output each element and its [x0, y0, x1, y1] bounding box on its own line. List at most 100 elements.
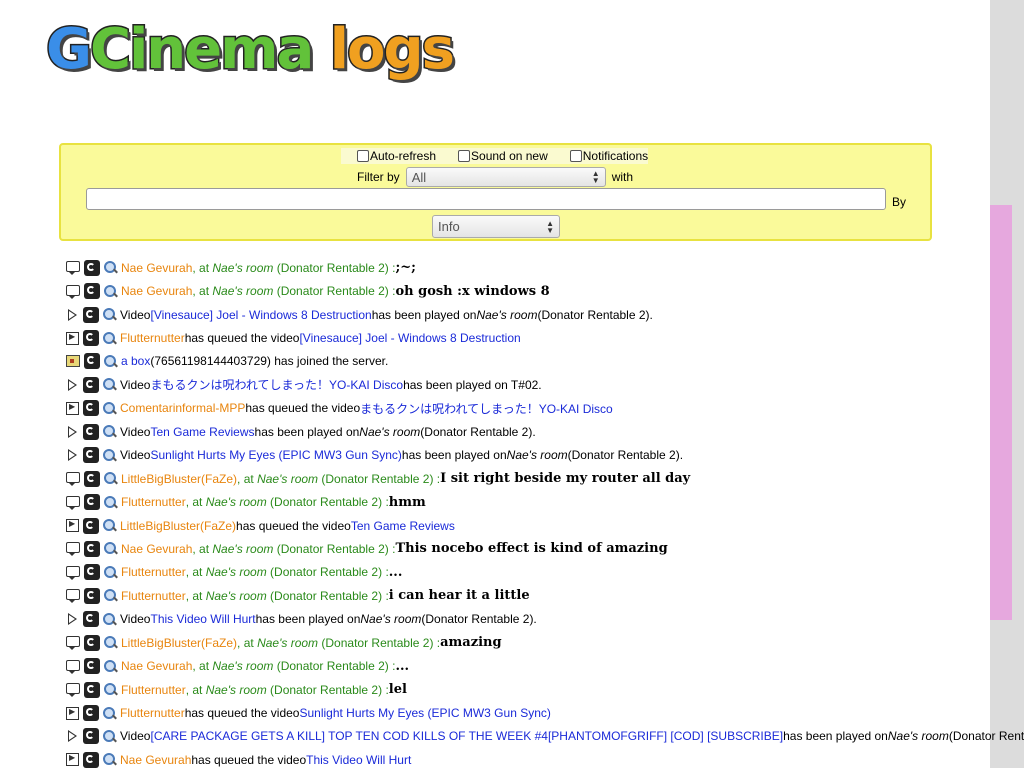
steam-profile-icon[interactable]	[84, 587, 100, 604]
auto-refresh-option[interactable]: Auto-refresh	[357, 149, 436, 163]
steam-profile-icon[interactable]	[83, 376, 99, 393]
joined-text: (76561198144403729) has joined the serve…	[150, 354, 389, 369]
notifications-option[interactable]: Notifications	[569, 149, 648, 163]
room-suffix: (Donator Rentable 2)	[318, 471, 434, 486]
search-user-icon[interactable]	[104, 495, 117, 509]
search-user-icon[interactable]	[103, 753, 116, 766]
user-name[interactable]: Comentarinformal-MPP	[120, 401, 245, 415]
search-user-icon[interactable]	[103, 308, 116, 321]
chat-icon	[66, 495, 80, 510]
video-link[interactable]: Ten Game Reviews	[351, 519, 455, 533]
search-user-icon[interactable]	[103, 425, 116, 438]
steam-profile-icon[interactable]	[83, 728, 99, 745]
prefix-text: Video	[120, 424, 151, 439]
search-user-icon[interactable]	[103, 612, 116, 626]
steam-profile-icon[interactable]	[84, 658, 100, 675]
user-name[interactable]: Nae Gevurah	[121, 542, 192, 556]
video-link[interactable]: This Video Will Hurt	[150, 612, 255, 626]
search-user-icon[interactable]	[104, 565, 117, 579]
user-name[interactable]: Flutternutter	[121, 495, 186, 509]
queue-icon	[66, 331, 79, 345]
user-name[interactable]: Flutternutter	[120, 706, 185, 720]
play-icon	[68, 308, 77, 321]
steam-profile-icon[interactable]	[84, 353, 100, 370]
search-user-icon[interactable]	[103, 401, 116, 415]
steam-profile-icon[interactable]	[83, 330, 99, 347]
log-entry: Nae Gevurah has queued the video This Vi…	[66, 748, 1024, 771]
sound-on-new-checkbox[interactable]	[458, 150, 471, 162]
search-user-icon[interactable]	[103, 519, 116, 532]
steam-profile-icon[interactable]	[84, 540, 100, 557]
user-name[interactable]: Nae Gevurah	[121, 261, 192, 275]
room-name: Nae's room	[506, 448, 568, 463]
steam-profile-icon[interactable]	[83, 400, 99, 417]
search-user-icon[interactable]	[104, 683, 117, 696]
steam-profile-icon[interactable]	[84, 681, 100, 698]
at-text: , at	[185, 495, 206, 510]
at-text: , at	[237, 471, 258, 486]
steam-profile-icon[interactable]	[83, 306, 99, 323]
steam-profile-icon[interactable]	[84, 259, 100, 276]
video-link[interactable]: まもるクンは呪われてしまった！YO-KAI Disco	[150, 376, 403, 393]
search-user-icon[interactable]	[103, 378, 116, 391]
chat-icon	[66, 261, 80, 276]
video-link[interactable]: This Video Will Hurt	[306, 753, 411, 767]
notifications-checkbox[interactable]	[569, 150, 582, 162]
search-user-icon[interactable]	[103, 729, 116, 743]
search-user-icon[interactable]	[104, 284, 117, 298]
auto-refresh-checkbox[interactable]	[357, 150, 369, 162]
search-user-icon[interactable]	[104, 636, 117, 649]
level-select[interactable]: Info ▲ ▼	[432, 215, 560, 238]
steam-profile-icon[interactable]	[83, 447, 99, 464]
room-suffix: (Donator Rentable 2)	[273, 284, 389, 299]
steam-profile-icon[interactable]	[84, 283, 100, 300]
log-entry: Video Sunlight Hurts My Eyes (EPIC MW3 G…	[66, 444, 1024, 467]
user-name[interactable]: LittleBigBluster(FaZe)	[121, 636, 237, 650]
search-user-icon[interactable]	[104, 261, 117, 274]
search-user-icon[interactable]	[104, 659, 117, 673]
user-name[interactable]: Flutternutter	[121, 565, 186, 579]
video-link[interactable]: Ten Game Reviews	[150, 425, 254, 439]
steam-profile-icon[interactable]	[83, 751, 99, 768]
user-name[interactable]: Nae Gevurah	[120, 753, 191, 767]
filter-by-select[interactable]: All ▲ ▼	[405, 167, 606, 187]
separator: :	[388, 659, 396, 674]
room-info: , at Nae's room (Donator Rentable 2) :	[186, 565, 389, 579]
user-name[interactable]: Flutternutter	[121, 589, 186, 603]
sound-on-new-option[interactable]: Sound on new	[458, 149, 548, 163]
user-name[interactable]: LittleBigBluster(FaZe)	[121, 472, 237, 486]
search-user-icon[interactable]	[104, 589, 117, 602]
user-name[interactable]: Nae Gevurah	[121, 659, 192, 673]
user-name[interactable]: a box	[121, 354, 150, 368]
steam-profile-icon[interactable]	[84, 470, 100, 487]
video-link[interactable]: [Vinesauce] Joel - Windows 8 Destruction	[299, 331, 520, 345]
played-text: has been played on	[783, 729, 888, 744]
video-link[interactable]: [CARE PACKAGE GETS A KILL] TOP TEN COD K…	[150, 729, 783, 743]
steam-profile-icon[interactable]	[83, 423, 99, 440]
search-user-icon[interactable]	[103, 331, 116, 345]
steam-profile-icon[interactable]	[83, 611, 99, 628]
video-link[interactable]: Sunlight Hurts My Eyes (EPIC MW3 Gun Syn…	[299, 706, 550, 720]
steam-profile-icon[interactable]	[83, 517, 99, 534]
steam-profile-icon[interactable]	[84, 564, 100, 581]
user-name[interactable]: Nae Gevurah	[121, 284, 192, 298]
search-user-icon[interactable]	[104, 542, 117, 555]
search-user-icon[interactable]	[103, 706, 116, 720]
select-arrows-icon: ▲ ▼	[546, 219, 554, 235]
video-link[interactable]: Sunlight Hurts My Eyes (EPIC MW3 Gun Syn…	[150, 448, 401, 462]
video-link[interactable]: [Vinesauce] Joel - Windows 8 Destruction	[150, 308, 371, 322]
prefix-text: Video	[120, 612, 151, 627]
user-name[interactable]: Flutternutter	[121, 683, 186, 697]
user-name[interactable]: Flutternutter	[120, 331, 185, 345]
search-user-icon[interactable]	[104, 472, 117, 485]
steam-profile-icon[interactable]	[83, 705, 99, 722]
steam-profile-icon[interactable]	[84, 494, 100, 511]
video-link[interactable]: まもるクンは呪われてしまった！YO-KAI Disco	[360, 400, 613, 417]
user-name[interactable]: LittleBigBluster(FaZe)	[120, 519, 236, 533]
search-user-icon[interactable]	[103, 448, 116, 462]
search-input[interactable]	[86, 188, 886, 210]
steam-profile-icon[interactable]	[84, 634, 100, 651]
at-text: , at	[192, 541, 213, 556]
search-user-icon[interactable]	[104, 354, 117, 368]
logo-letter: i	[128, 17, 150, 82]
